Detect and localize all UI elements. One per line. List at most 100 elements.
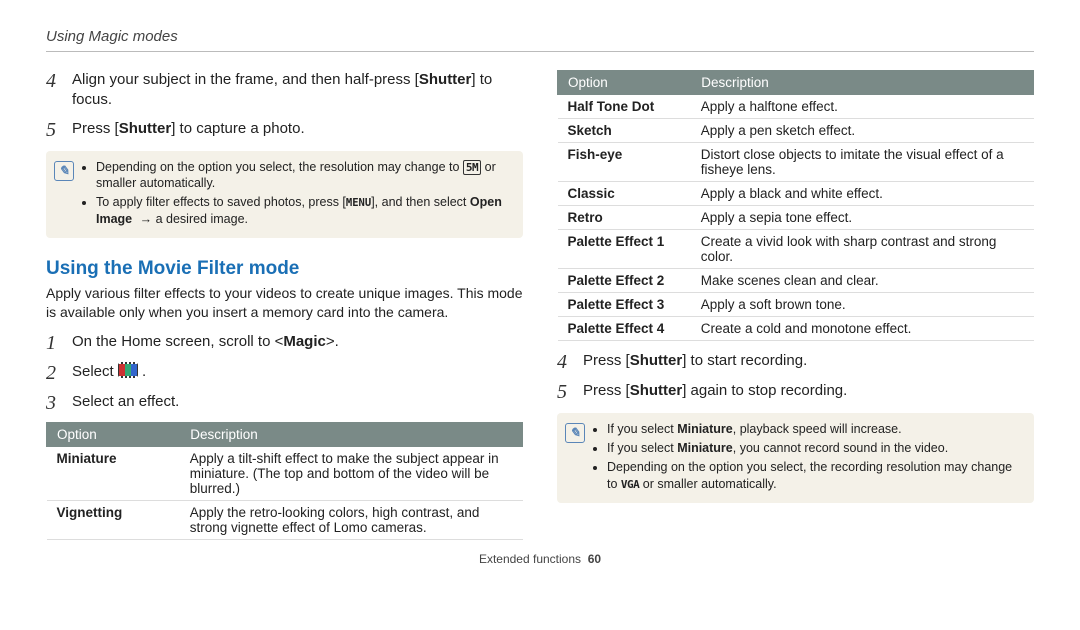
movie-filter-icon <box>118 363 138 377</box>
table-header-option: Option <box>47 422 180 446</box>
text: >. <box>326 333 339 350</box>
step-4: 4 Press [Shutter] to start recording. <box>557 351 1034 373</box>
note-item: Depending on the option you select, the … <box>96 159 513 193</box>
step-1: 1 On the Home screen, scroll to <Magic>. <box>46 332 523 354</box>
text: To apply filter effects to saved photos,… <box>96 195 346 209</box>
menu-key-icon: MENU <box>346 197 371 209</box>
desc-cell: Create a cold and monotone effect. <box>691 317 1034 341</box>
table-row: Fish-eyeDistort close objects to imitate… <box>558 143 1034 182</box>
text: If you select <box>607 441 677 455</box>
note-item: Depending on the option you select, the … <box>607 459 1024 493</box>
right-column: Option Description Half Tone DotApply a … <box>557 70 1034 540</box>
desc-cell: Apply a black and white effect. <box>691 182 1034 206</box>
step-5: 5 Press [Shutter] again to stop recordin… <box>557 381 1034 403</box>
text: ] again to stop recording. <box>682 382 847 399</box>
step-3: 3 Select an effect. <box>46 392 523 414</box>
text: Align your subject in the frame, and the… <box>72 71 419 88</box>
section-intro: Apply various filter effects to your vid… <box>46 284 523 322</box>
step-text: Press [Shutter] to start recording. <box>583 351 1034 373</box>
table-header-row: Option Description <box>47 422 523 446</box>
step-text: Press [Shutter] to capture a photo. <box>72 119 523 141</box>
text: ] to capture a photo. <box>171 120 304 137</box>
note-box-1: ✎ Depending on the option you select, th… <box>46 151 523 239</box>
text: , playback speed will increase. <box>733 422 902 436</box>
text: If you select <box>607 422 677 436</box>
desc-cell: Distort close objects to imitate the vis… <box>691 143 1034 182</box>
page-footer: Extended functions 60 <box>46 552 1034 566</box>
table-header-option: Option <box>558 71 691 95</box>
text: Select <box>72 363 118 380</box>
step-text: Press [Shutter] again to stop recording. <box>583 381 1034 403</box>
note-box-2: ✎ If you select Miniature, playback spee… <box>557 413 1034 503</box>
text: On the Home screen, scroll to < <box>72 333 283 350</box>
option-cell: Fish-eye <box>558 143 691 182</box>
text: Depending on the option you select, the … <box>96 160 463 174</box>
miniature-label: Miniature <box>677 422 733 436</box>
table-row: RetroApply a sepia tone effect. <box>558 206 1034 230</box>
note-item: To apply filter effects to saved photos,… <box>96 194 513 228</box>
option-cell: Palette Effect 4 <box>558 317 691 341</box>
footer-section: Extended functions <box>479 552 581 566</box>
page-header: Using Magic modes <box>46 28 1034 52</box>
page-number: 60 <box>588 552 601 566</box>
option-table-right: Option Description Half Tone DotApply a … <box>557 70 1034 341</box>
note-icon: ✎ <box>565 423 585 443</box>
step-number: 5 <box>46 119 62 141</box>
option-cell: Palette Effect 1 <box>558 230 691 269</box>
note-item: If you select Miniature, playback speed … <box>607 421 1024 438</box>
table-header-row: Option Description <box>558 71 1034 95</box>
option-cell: Palette Effect 3 <box>558 293 691 317</box>
table-row: ClassicApply a black and white effect. <box>558 182 1034 206</box>
resolution-5m-icon: 5M <box>463 160 481 175</box>
key-shutter: Shutter <box>419 71 472 88</box>
desc-cell: Apply a tilt-shift effect to make the su… <box>180 446 523 500</box>
step-text: Select an effect. <box>72 392 523 414</box>
option-table-left: Option Description Miniature Apply a til… <box>46 422 523 540</box>
option-cell: Retro <box>558 206 691 230</box>
desc-cell: Apply a soft brown tone. <box>691 293 1034 317</box>
note-icon: ✎ <box>54 161 74 181</box>
key-shutter: Shutter <box>630 382 683 399</box>
section-title: Using the Movie Filter mode <box>46 258 523 280</box>
table-row: Palette Effect 1Create a vivid look with… <box>558 230 1034 269</box>
option-cell: Miniature <box>47 446 180 500</box>
desc-cell: Apply a sepia tone effect. <box>691 206 1034 230</box>
text: Press [ <box>583 352 630 369</box>
option-cell: Sketch <box>558 119 691 143</box>
magic-label: Magic <box>283 333 326 350</box>
table-row: Palette Effect 2Make scenes clean and cl… <box>558 269 1034 293</box>
table-row: Half Tone DotApply a halftone effect. <box>558 95 1034 119</box>
step-number: 4 <box>46 70 62 111</box>
step-number: 2 <box>46 362 62 384</box>
table-header-description: Description <box>691 71 1034 95</box>
text: or smaller automatically. <box>639 477 776 491</box>
option-cell: Vignetting <box>47 500 180 539</box>
step-4: 4 Align your subject in the frame, and t… <box>46 70 523 111</box>
note-list: Depending on the option you select, the … <box>82 159 513 231</box>
text: Press [ <box>72 120 119 137</box>
page: Using Magic modes 4 Align your subject i… <box>0 0 1080 576</box>
desc-cell: Apply a halftone effect. <box>691 95 1034 119</box>
step-number: 3 <box>46 392 62 414</box>
text: , you cannot record sound in the video. <box>733 441 948 455</box>
desc-cell: Apply the retro-looking colors, high con… <box>180 500 523 539</box>
desc-cell: Apply a pen sketch effect. <box>691 119 1034 143</box>
desc-cell: Make scenes clean and clear. <box>691 269 1034 293</box>
table-row: Palette Effect 4Create a cold and monoto… <box>558 317 1034 341</box>
step-number: 5 <box>557 381 573 403</box>
option-cell: Half Tone Dot <box>558 95 691 119</box>
text: Press [ <box>583 382 630 399</box>
step-text: Select . <box>72 362 523 384</box>
text: → a desired image. <box>136 212 248 226</box>
table-row: SketchApply a pen sketch effect. <box>558 119 1034 143</box>
note-item: If you select Miniature, you cannot reco… <box>607 440 1024 457</box>
miniature-label: Miniature <box>677 441 733 455</box>
step-text: On the Home screen, scroll to <Magic>. <box>72 332 523 354</box>
text: ] to start recording. <box>682 352 807 369</box>
desc-cell: Create a vivid look with sharp contrast … <box>691 230 1034 269</box>
step-number: 1 <box>46 332 62 354</box>
table-row: Vignetting Apply the retro-looking color… <box>47 500 523 539</box>
step-number: 4 <box>557 351 573 373</box>
text: ], and then select <box>371 195 470 209</box>
option-cell: Palette Effect 2 <box>558 269 691 293</box>
